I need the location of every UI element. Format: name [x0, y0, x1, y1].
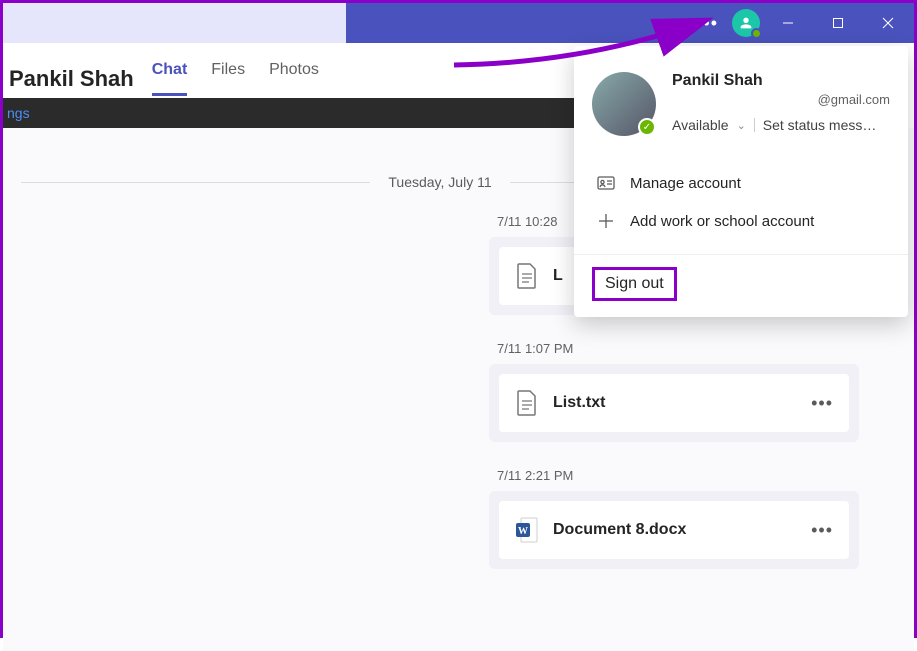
file-name: Document 8.docx — [553, 521, 797, 539]
file-icon — [515, 261, 539, 291]
maximize-button[interactable] — [816, 3, 860, 43]
status-available-icon — [751, 28, 762, 39]
add-account-label: Add work or school account — [630, 213, 814, 230]
file-card[interactable]: W Document 8.docx ••• — [489, 491, 859, 569]
chat-title: Pankil Shah — [9, 66, 134, 92]
file-more-button[interactable]: ••• — [811, 393, 833, 414]
profile-email: @gmail.com — [672, 92, 890, 107]
ribbon-text[interactable]: ngs — [7, 105, 30, 121]
titlebar-search-area[interactable] — [3, 3, 346, 43]
file-icon — [515, 388, 539, 418]
more-options-button[interactable]: ••• — [688, 9, 726, 38]
add-account-item[interactable]: Add work or school account — [596, 202, 886, 240]
profile-popup: Pankil Shah @gmail.com Available ⌄ Set s… — [574, 46, 908, 317]
id-card-icon — [596, 173, 616, 193]
chevron-down-icon: ⌄ — [737, 119, 746, 132]
plus-icon — [596, 211, 616, 231]
minimize-button[interactable] — [766, 3, 810, 43]
sign-out-button[interactable]: Sign out — [592, 267, 677, 301]
close-window-button[interactable] — [866, 3, 910, 43]
person-icon — [738, 15, 754, 31]
chat-tabs: Chat Files Photos — [152, 61, 319, 96]
file-more-button[interactable]: ••• — [811, 520, 833, 541]
manage-account-label: Manage account — [630, 175, 741, 192]
manage-account-item[interactable]: Manage account — [596, 164, 886, 202]
date-label: Tuesday, July 11 — [370, 174, 509, 190]
profile-avatar-button[interactable] — [732, 9, 760, 37]
tab-files[interactable]: Files — [211, 61, 245, 96]
title-bar: ••• — [3, 3, 914, 43]
word-file-icon: W — [515, 515, 539, 545]
set-status-message[interactable]: Set status mess… — [763, 117, 877, 133]
profile-name: Pankil Shah — [672, 72, 890, 90]
tab-photos[interactable]: Photos — [269, 61, 319, 96]
profile-status[interactable]: Available — [672, 117, 729, 133]
svg-text:W: W — [518, 526, 528, 537]
file-name: List.txt — [553, 394, 797, 412]
message-time: 7/11 2:21 PM — [489, 468, 859, 483]
message-time: 7/11 1:07 PM — [489, 341, 859, 356]
tab-chat[interactable]: Chat — [152, 61, 188, 96]
profile-large-avatar — [592, 72, 656, 136]
sub-ribbon: ngs — [3, 98, 578, 128]
file-card[interactable]: List.txt ••• — [489, 364, 859, 442]
status-available-icon — [638, 118, 656, 136]
message-block: 7/11 2:21 PM W Document 8.docx ••• — [489, 468, 859, 569]
message-block: 7/11 1:07 PM List.txt ••• — [489, 341, 859, 442]
